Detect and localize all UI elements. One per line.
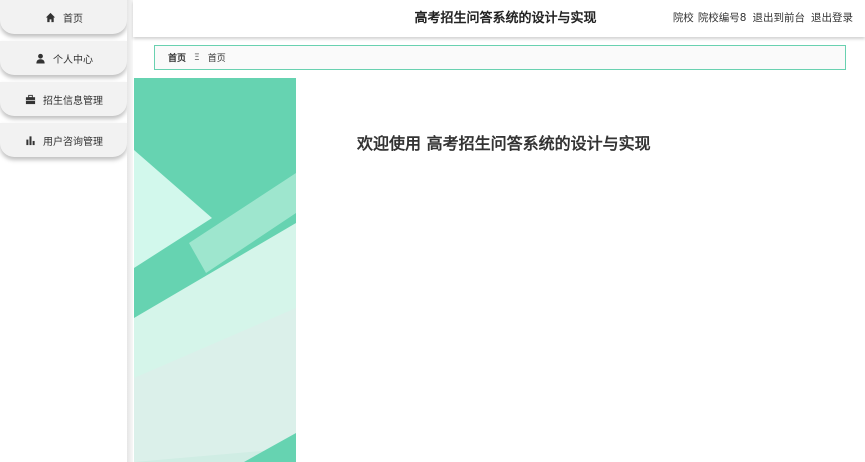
username: 院校编号8: [697, 12, 747, 24]
sidebar-item-label: 首页: [63, 13, 83, 25]
logout-link[interactable]: 退出登录: [811, 12, 853, 24]
sidebar: 首页 个人中心 招生信息管理 用户咨询管理: [0, 0, 128, 462]
breadcrumb-home[interactable]: 首页: [168, 51, 186, 64]
home-icon: [44, 11, 56, 23]
sidebar-divider: [127, 0, 133, 462]
back-to-front-link[interactable]: 退出到前台: [753, 12, 806, 24]
welcome-prefix: 欢迎使用: [357, 134, 422, 153]
sidebar-item-label: 个人中心: [53, 54, 93, 66]
user-icon: [34, 52, 46, 64]
welcome-message: 欢迎使用 高考招生问答系统的设计与实现: [357, 130, 651, 154]
sidebar-item-home[interactable]: 首页: [0, 0, 127, 34]
bar-chart-icon: [24, 134, 36, 146]
breadcrumb-separator: Ξ: [194, 52, 200, 63]
sidebar-item-label: 招生信息管理: [43, 95, 103, 107]
welcome-title: 高考招生问答系统的设计与实现: [426, 134, 651, 153]
breadcrumb: 首页 Ξ 首页: [154, 45, 846, 70]
sidebar-item-label: 用户咨询管理: [43, 136, 103, 148]
breadcrumb-current: 首页: [207, 54, 226, 64]
sidebar-item-profile[interactable]: 个人中心: [0, 41, 127, 75]
decorative-background: [134, 78, 296, 462]
briefcase-icon: [24, 93, 36, 105]
header-user-links: 院校 院校编号8 退出到前台 退出登录: [667, 0, 853, 37]
top-header: 高考招生问答系统的设计与实现 院校 院校编号8 退出到前台 退出登录: [133, 0, 865, 37]
user-role: 院校: [672, 12, 694, 24]
sidebar-item-admissions[interactable]: 招生信息管理: [0, 82, 127, 116]
sidebar-item-consultation[interactable]: 用户咨询管理: [0, 123, 127, 157]
